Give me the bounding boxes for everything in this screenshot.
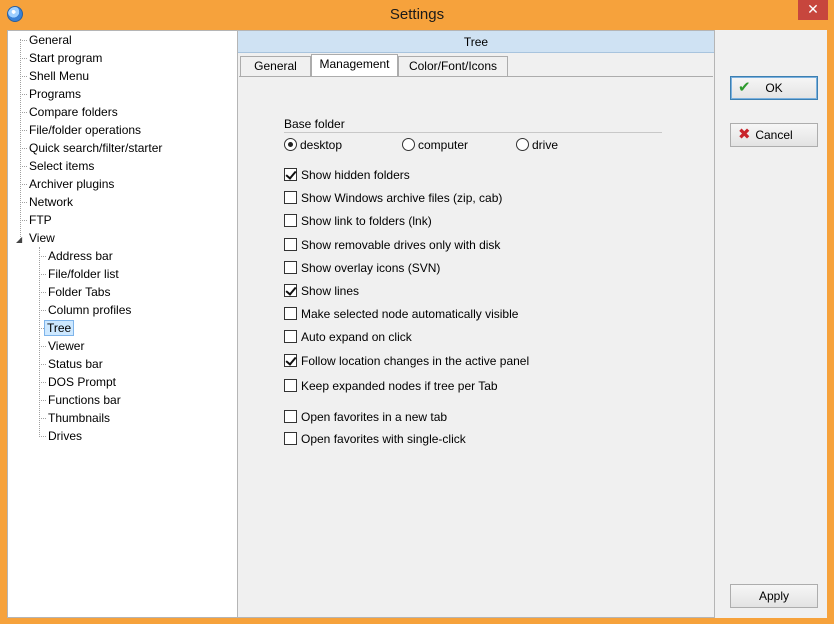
x-icon: ✖ bbox=[738, 126, 751, 143]
checkbox-auto-expand-on-click[interactable]: Auto expand on click bbox=[284, 329, 412, 345]
checkbox-box[interactable] bbox=[284, 410, 297, 423]
checkbox-box[interactable] bbox=[284, 261, 297, 274]
tree-item-file-folder-operations[interactable]: File/folder operations bbox=[27, 121, 143, 139]
tree-item-view[interactable]: View bbox=[27, 229, 57, 247]
base-folder-divider bbox=[284, 132, 662, 133]
radio-drive[interactable]: drive bbox=[516, 137, 558, 153]
tree-item-archiver-plugins[interactable]: Archiver plugins bbox=[27, 175, 116, 193]
checkbox-box[interactable] bbox=[284, 284, 297, 297]
checkbox-show-lines[interactable]: Show lines bbox=[284, 283, 359, 299]
settings-panel: Tree General Management Color/Font/Icons… bbox=[238, 30, 715, 618]
radio-computer[interactable]: computer bbox=[402, 137, 468, 153]
tree-item-folder-tabs[interactable]: Folder Tabs bbox=[46, 283, 112, 301]
tree-item-tree[interactable]: Tree bbox=[44, 319, 75, 337]
checkbox-show-link-to-folders[interactable]: Show link to folders (lnk) bbox=[284, 213, 432, 229]
checkbox-make-selected-node-visible[interactable]: Make selected node automatically visible bbox=[284, 306, 518, 322]
tree-item-select-items[interactable]: Select items bbox=[27, 157, 96, 175]
tab-management[interactable]: Management bbox=[311, 54, 398, 76]
tree-item-general[interactable]: General bbox=[27, 31, 74, 49]
panel-header: Tree bbox=[238, 31, 714, 53]
checkbox-box[interactable] bbox=[284, 354, 297, 367]
tree-item-quick-search[interactable]: Quick search/filter/starter bbox=[27, 139, 164, 157]
tree-item-viewer[interactable]: Viewer bbox=[46, 337, 86, 355]
management-tab-content: Base folder desktop computer drive Show … bbox=[239, 76, 713, 617]
tree-item-file-folder-list[interactable]: File/folder list bbox=[46, 265, 121, 283]
tree-item-start-program[interactable]: Start program bbox=[27, 49, 104, 67]
checkbox-box[interactable] bbox=[284, 307, 297, 320]
checkbox-box[interactable] bbox=[284, 238, 297, 251]
tree-item-compare-folders[interactable]: Compare folders bbox=[27, 103, 120, 121]
apply-button[interactable]: Apply bbox=[730, 584, 818, 608]
tree-item-column-profiles[interactable]: Column profiles bbox=[46, 301, 133, 319]
tree-item-drives[interactable]: Drives bbox=[46, 427, 84, 445]
checkbox-show-overlay-icons[interactable]: Show overlay icons (SVN) bbox=[284, 260, 440, 276]
ok-button[interactable]: ✔ OK bbox=[730, 76, 818, 100]
tab-color-font-icons[interactable]: Color/Font/Icons bbox=[398, 56, 508, 76]
radio-button[interactable] bbox=[516, 138, 529, 151]
dialog-body: ◢ General Start program Shell Menu Progr… bbox=[7, 30, 827, 618]
tree-item-status-bar[interactable]: Status bar bbox=[46, 355, 105, 373]
title-bar[interactable]: Settings ✕ bbox=[0, 0, 834, 30]
radio-button[interactable] bbox=[402, 138, 415, 151]
checkbox-open-favorites-single-click[interactable]: Open favorites with single-click bbox=[284, 431, 466, 447]
tree-item-thumbnails[interactable]: Thumbnails bbox=[46, 409, 112, 427]
checkbox-follow-location-changes[interactable]: Follow location changes in the active pa… bbox=[284, 353, 529, 369]
radio-desktop[interactable]: desktop bbox=[284, 137, 342, 153]
tree-item-programs[interactable]: Programs bbox=[27, 85, 83, 103]
tree-item-address-bar[interactable]: Address bar bbox=[46, 247, 115, 265]
checkbox-box[interactable] bbox=[284, 330, 297, 343]
checkmark-icon: ✔ bbox=[738, 79, 751, 96]
checkbox-box[interactable] bbox=[284, 168, 297, 181]
cancel-button[interactable]: ✖ Cancel bbox=[730, 123, 818, 147]
radio-button[interactable] bbox=[284, 138, 297, 151]
base-folder-label: Base folder bbox=[284, 117, 345, 131]
settings-tree[interactable]: ◢ General Start program Shell Menu Progr… bbox=[7, 30, 238, 618]
checkbox-box[interactable] bbox=[284, 379, 297, 392]
settings-window: Settings ✕ ◢ General Start program Shell… bbox=[0, 0, 834, 624]
tree-item-shell-menu[interactable]: Shell Menu bbox=[27, 67, 91, 85]
checkbox-show-windows-archive-files[interactable]: Show Windows archive files (zip, cab) bbox=[284, 190, 502, 206]
tree-item-functions-bar[interactable]: Functions bar bbox=[46, 391, 123, 409]
checkbox-open-favorites-new-tab[interactable]: Open favorites in a new tab bbox=[284, 409, 447, 425]
checkbox-box[interactable] bbox=[284, 432, 297, 445]
close-button[interactable]: ✕ bbox=[798, 0, 828, 20]
window-title: Settings bbox=[389, 6, 445, 23]
checkbox-keep-expanded-nodes[interactable]: Keep expanded nodes if tree per Tab bbox=[284, 378, 498, 394]
checkbox-box[interactable] bbox=[284, 214, 297, 227]
tab-general[interactable]: General bbox=[240, 56, 311, 76]
tree-item-dos-prompt[interactable]: DOS Prompt bbox=[46, 373, 118, 391]
checkbox-show-removable-drives[interactable]: Show removable drives only with disk bbox=[284, 237, 500, 253]
collapse-arrow-icon[interactable]: ◢ bbox=[16, 235, 22, 244]
tree-item-ftp[interactable]: FTP bbox=[27, 211, 54, 229]
checkbox-box[interactable] bbox=[284, 191, 297, 204]
checkbox-show-hidden-folders[interactable]: Show hidden folders bbox=[284, 167, 410, 183]
tree-item-network[interactable]: Network bbox=[27, 193, 75, 211]
